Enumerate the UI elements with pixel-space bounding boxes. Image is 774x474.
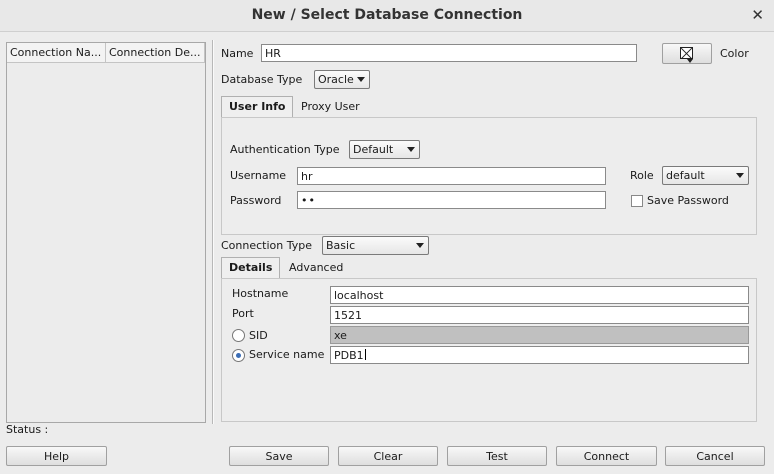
connection-type-value: Basic [326, 239, 356, 252]
service-name-radio[interactable] [232, 349, 245, 362]
connection-type-label: Connection Type [221, 239, 313, 252]
hostname-label: Hostname [232, 287, 289, 300]
connection-type-select[interactable]: Basic [322, 236, 429, 255]
service-name-input[interactable]: PDB1 [330, 346, 749, 364]
save-password-label: Save Password [647, 194, 729, 207]
service-name-value: PDB1 [334, 349, 364, 362]
test-button[interactable]: Test [447, 446, 547, 466]
connection-list-header: Connection Na... Connection De... [7, 43, 205, 63]
tab-user-info[interactable]: User Info [221, 96, 294, 118]
username-input[interactable]: hr [297, 167, 606, 185]
database-type-value: Oracle [318, 73, 354, 86]
database-type-label: Database Type [221, 73, 303, 86]
tab-advanced[interactable]: Advanced [283, 258, 349, 274]
chevron-down-icon [407, 147, 415, 152]
sid-radio[interactable] [232, 329, 245, 342]
color-label: Color [720, 47, 749, 60]
sid-input[interactable]: xe [330, 326, 749, 344]
auth-type-label: Authentication Type [230, 143, 340, 156]
help-button[interactable]: Help [6, 446, 107, 466]
column-connection-name[interactable]: Connection Na... [7, 43, 106, 62]
tab-proxy-user[interactable]: Proxy User [295, 97, 366, 113]
status-label: Status : [6, 423, 49, 436]
save-password-checkbox[interactable] [631, 195, 643, 207]
hostname-input[interactable]: localhost [330, 286, 749, 304]
port-label: Port [232, 307, 254, 320]
column-connection-details[interactable]: Connection De... [106, 43, 205, 62]
chevron-down-icon [687, 59, 693, 63]
sid-label: SID [249, 329, 268, 342]
password-label: Password [230, 194, 282, 207]
text-caret [364, 349, 366, 360]
role-label: Role [630, 169, 654, 182]
color-swatch-icon [680, 47, 693, 59]
connect-button[interactable]: Connect [556, 446, 657, 466]
close-icon[interactable]: ✕ [751, 6, 764, 24]
auth-type-value: Default [353, 143, 394, 156]
name-input[interactable]: HR [261, 44, 637, 62]
tab-details[interactable]: Details [221, 257, 281, 279]
window-title: New / Select Database Connection [251, 7, 523, 23]
chevron-down-icon [357, 77, 365, 82]
role-select[interactable]: default [662, 166, 749, 185]
save-button[interactable]: Save [229, 446, 329, 466]
connection-list[interactable]: Connection Na... Connection De... [6, 42, 206, 423]
role-value: default [666, 169, 705, 182]
clear-button[interactable]: Clear [338, 446, 438, 466]
chevron-down-icon [416, 243, 424, 248]
password-input[interactable]: •• [297, 191, 606, 209]
port-input[interactable]: 1521 [330, 306, 749, 324]
splitter[interactable] [212, 40, 214, 424]
service-name-label: Service name [249, 348, 325, 361]
username-label: Username [230, 169, 287, 182]
name-label: Name [221, 47, 254, 60]
color-picker-button[interactable] [662, 43, 712, 64]
title-bar: New / Select Database Connection ✕ [0, 0, 774, 32]
database-type-select[interactable]: Oracle [314, 70, 370, 89]
chevron-down-icon [736, 173, 744, 178]
auth-type-select[interactable]: Default [349, 140, 420, 159]
cancel-button[interactable]: Cancel [665, 446, 765, 466]
